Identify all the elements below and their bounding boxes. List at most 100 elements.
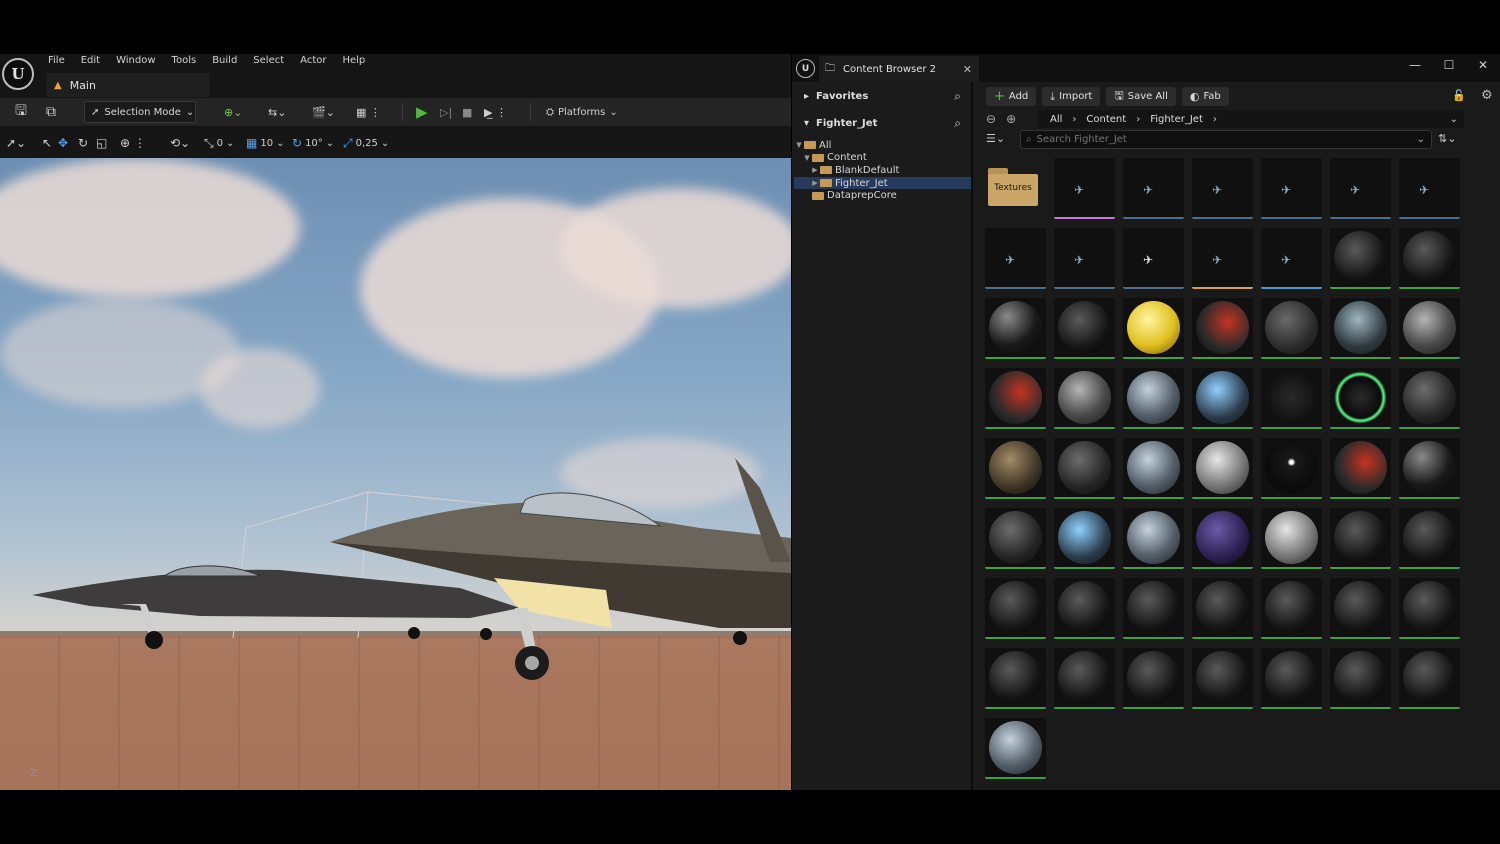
close-tab-icon[interactable]: ✕: [963, 63, 972, 76]
material-asset-tile[interactable]: [1054, 438, 1115, 499]
material-asset-tile[interactable]: [1330, 508, 1391, 569]
project-header[interactable]: ▾ Fighter_Jet ⌕: [792, 112, 973, 134]
save-all-button[interactable]: 🖫 Save All: [1106, 87, 1176, 106]
material-asset-tile[interactable]: [1123, 368, 1184, 429]
cinematics-icon[interactable]: 🎬⌄: [312, 101, 335, 123]
rotate-icon[interactable]: ↻: [78, 136, 88, 150]
chevron-down-icon[interactable]: ⌄: [1450, 114, 1458, 125]
modes-icon[interactable]: ▦ ⋮: [356, 101, 381, 123]
unreal-logo-icon[interactable]: U: [796, 59, 815, 78]
breadcrumb-all[interactable]: All: [1050, 114, 1062, 125]
material-asset-tile[interactable]: [1399, 578, 1460, 639]
content-browser-icon[interactable]: ⧉: [40, 101, 62, 123]
add-actor-icon[interactable]: ⊕⌄: [224, 101, 242, 123]
search-icon[interactable]: ⌕: [954, 89, 961, 104]
static-mesh-asset-tile[interactable]: ✈: [1123, 158, 1184, 219]
material-asset-tile[interactable]: [1054, 368, 1115, 429]
material-asset-tile[interactable]: [1192, 368, 1253, 429]
material-asset-tile[interactable]: [985, 718, 1046, 779]
stop-icon[interactable]: ■: [462, 101, 472, 123]
static-mesh-asset-tile[interactable]: ✈: [1330, 158, 1391, 219]
static-mesh-asset-tile[interactable]: ✈: [1054, 228, 1115, 289]
material-asset-tile[interactable]: [1261, 578, 1322, 639]
material-asset-tile[interactable]: [1330, 438, 1391, 499]
menu-build[interactable]: Build: [204, 54, 245, 70]
minimize-icon[interactable]: —: [1398, 54, 1432, 76]
material-asset-tile[interactable]: [1399, 298, 1460, 359]
chevron-right-icon[interactable]: ›: [1213, 114, 1217, 125]
level-tab[interactable]: ▲ Main: [46, 73, 210, 97]
asset-search[interactable]: ⌕ ⌄: [1020, 130, 1432, 149]
material-asset-tile[interactable]: [1261, 648, 1322, 709]
level-viewport[interactable]: Z: [0, 158, 791, 790]
menu-actor[interactable]: Actor: [292, 54, 334, 70]
static-mesh-asset-tile[interactable]: ✈: [1399, 158, 1460, 219]
material-asset-tile[interactable]: [985, 648, 1046, 709]
rotate-snap[interactable]: ↻ 10° ⌄: [292, 136, 334, 150]
chevron-down-icon[interactable]: ⌄: [1417, 134, 1425, 145]
tree-item-content[interactable]: ▼ Content: [794, 152, 971, 165]
material-asset-tile[interactable]: [1054, 298, 1115, 359]
tree-item-blankdefault[interactable]: ▶ BlankDefault: [794, 164, 971, 177]
breadcrumb-content[interactable]: Content: [1086, 114, 1126, 125]
material-asset-tile[interactable]: [1330, 298, 1391, 359]
scale-icon[interactable]: ◱: [96, 136, 107, 150]
material-asset-tile[interactable]: [1330, 578, 1391, 639]
blueprint-icon[interactable]: ⇆⌄: [268, 101, 286, 123]
static-mesh-asset-tile[interactable]: ✈: [1261, 158, 1322, 219]
surface-snap-icon[interactable]: ⟲⌄: [170, 136, 190, 150]
material-asset-tile[interactable]: [1261, 368, 1322, 429]
translate-icon[interactable]: ✥: [58, 136, 68, 150]
menu-select[interactable]: Select: [245, 54, 292, 70]
material-asset-tile[interactable]: [1261, 438, 1322, 499]
close-window-icon[interactable]: ✕: [1466, 54, 1500, 76]
expand-arrow-icon[interactable]: ▼: [802, 154, 812, 162]
material-asset-tile[interactable]: [1123, 648, 1184, 709]
expand-arrow-icon[interactable]: ▶: [810, 179, 820, 187]
sort-icon[interactable]: ⇅⌄: [1438, 132, 1456, 145]
material-asset-tile[interactable]: [1123, 438, 1184, 499]
material-asset-tile[interactable]: [1192, 298, 1253, 359]
world-space-icon[interactable]: ⊕ ⋮: [120, 136, 146, 150]
static-mesh-asset-tile[interactable]: ✈: [1192, 158, 1253, 219]
fab-button[interactable]: ◐ Fab: [1181, 87, 1229, 106]
lock-icon[interactable]: 🔓: [1452, 89, 1466, 102]
static-mesh-asset-tile[interactable]: ✈: [1192, 228, 1253, 289]
textures-folder[interactable]: Textures: [988, 168, 1038, 206]
launch-icon[interactable]: ▶̲ ⋮: [484, 101, 507, 123]
platforms-dropdown[interactable]: ⛭ Platforms ⌄: [546, 101, 618, 123]
advance-frame-icon[interactable]: ▷|: [440, 101, 452, 123]
favorites-header[interactable]: ▸ Favorites ⌕: [792, 85, 973, 107]
static-mesh-asset-tile[interactable]: ✈: [985, 228, 1046, 289]
grid-snap[interactable]: ▦ 10 ⌄: [246, 136, 284, 150]
expand-arrow-icon[interactable]: ▼: [794, 141, 804, 149]
tree-item-dataprepcore[interactable]: DataprepCore: [794, 189, 971, 202]
material-asset-tile[interactable]: [1399, 648, 1460, 709]
material-asset-tile[interactable]: [985, 368, 1046, 429]
selection-mode-dropdown[interactable]: ➚ Selection Mode ⌄: [84, 101, 196, 123]
play-icon[interactable]: ▶: [416, 101, 428, 123]
unreal-logo-icon[interactable]: U: [2, 58, 34, 90]
translate-snap[interactable]: ⤡ 0 ⌄: [204, 136, 234, 151]
material-asset-tile[interactable]: [1192, 648, 1253, 709]
menu-edit[interactable]: Edit: [73, 54, 108, 70]
select-tool-dropdown[interactable]: ➚⌄: [6, 136, 26, 150]
material-asset-tile[interactable]: [1192, 578, 1253, 639]
back-icon[interactable]: ⊖: [986, 112, 996, 126]
static-mesh-asset-tile[interactable]: ✈: [1054, 158, 1115, 219]
material-asset-tile[interactable]: [1330, 228, 1391, 289]
menu-help[interactable]: Help: [334, 54, 373, 70]
material-asset-tile[interactable]: [1054, 508, 1115, 569]
material-asset-tile[interactable]: [1054, 648, 1115, 709]
material-asset-tile[interactable]: [1399, 228, 1460, 289]
material-asset-tile[interactable]: [1123, 298, 1184, 359]
tree-item-all[interactable]: ▼ All: [794, 139, 971, 152]
forward-icon[interactable]: ⊕: [1006, 112, 1016, 126]
material-asset-tile[interactable]: [985, 298, 1046, 359]
expand-arrow-icon[interactable]: ▶: [810, 166, 820, 174]
material-asset-tile[interactable]: [1399, 368, 1460, 429]
material-asset-tile[interactable]: [1192, 438, 1253, 499]
search-input[interactable]: [1036, 134, 1397, 145]
material-asset-tile[interactable]: [1399, 508, 1460, 569]
material-asset-tile[interactable]: [1123, 508, 1184, 569]
